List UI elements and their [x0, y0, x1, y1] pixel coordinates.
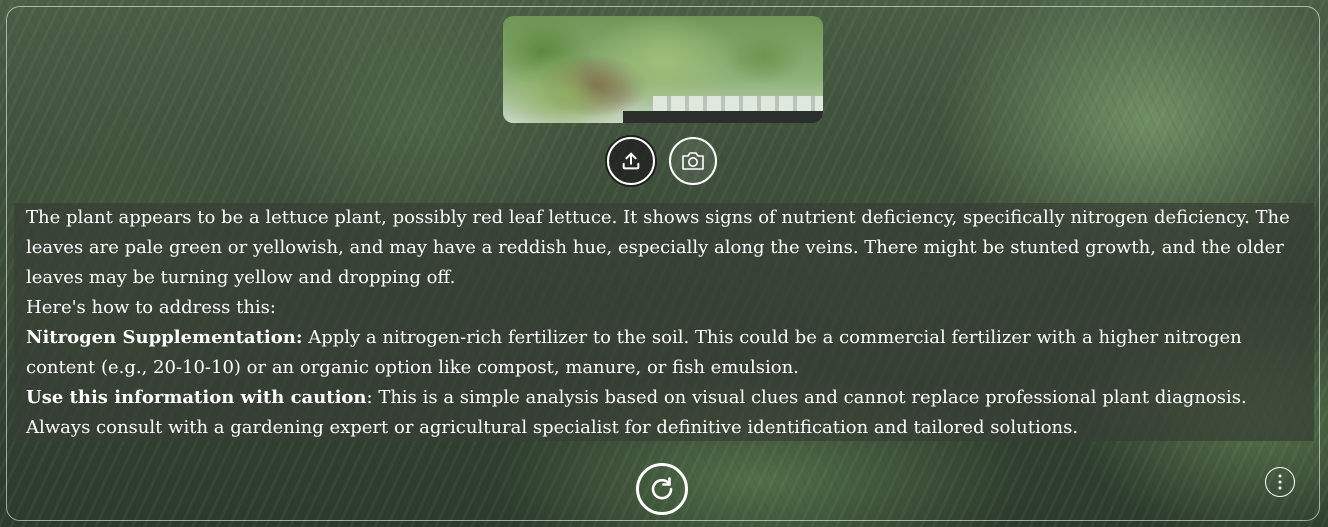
analysis-result-panel: The plant appears to be a lettuce plant,… — [14, 203, 1314, 441]
recommendation-paragraph: Nitrogen Supplementation: Apply a nitrog… — [26, 323, 1302, 383]
more-vertical-icon — [1278, 474, 1282, 490]
upload-button[interactable] — [607, 137, 655, 185]
diagnosis-text: The plant appears to be a lettuce plant,… — [26, 207, 1290, 288]
upload-icon — [622, 152, 640, 170]
image-hydroponic-rail — [653, 96, 823, 112]
caution-title: Use this information with caution — [26, 387, 367, 408]
caution-paragraph: Use this information with caution: This … — [26, 383, 1302, 443]
camera-icon — [682, 152, 704, 170]
uploaded-plant-image — [503, 16, 823, 123]
intro-text: Here's how to address this: — [26, 297, 276, 318]
camera-button[interactable] — [669, 137, 717, 185]
reload-icon — [651, 477, 673, 500]
recommendation-title: Nitrogen Supplementation: — [26, 327, 303, 348]
reload-button[interactable] — [636, 463, 688, 515]
image-base — [623, 111, 823, 123]
more-options-button[interactable] — [1265, 467, 1295, 497]
app-background: The plant appears to be a lettuce plant,… — [0, 0, 1328, 527]
